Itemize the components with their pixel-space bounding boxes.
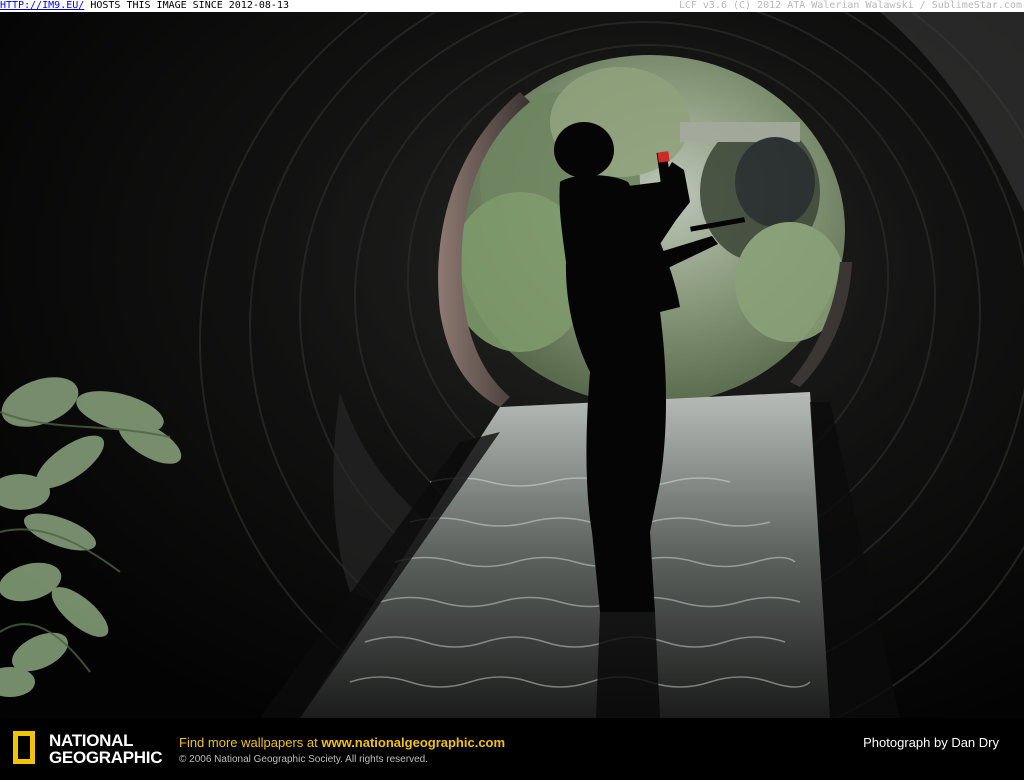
promo-url-link[interactable]: www.nationalgeographic.com — [321, 735, 505, 750]
promo-text: Find more wallpapers at — [179, 735, 322, 750]
hosting-banner-credit: LCF v3.6 (C) 2012 ATA Walerian Walawski … — [678, 0, 1022, 11]
logo-line-2: GEOGRAPHIC — [49, 748, 163, 767]
hosting-banner-left: HTTP://IM9.EU/ HOSTS THIS IMAGE SINCE 20… — [0, 0, 289, 12]
wallpaper-footer: NATIONAL GEOGRAPHIC Find more wallpapers… — [0, 718, 1024, 780]
photo-credit: Photograph by Dan Dry — [863, 735, 999, 750]
logo-line-1: NATIONAL — [49, 731, 134, 750]
wallpaper-promo: Find more wallpapers at www.nationalgeog… — [179, 735, 505, 750]
copyright-notice: © 2006 National Geographic Society. All … — [179, 754, 428, 765]
host-link[interactable]: HTTP://IM9.EU/ — [0, 0, 84, 11]
tunnel-photograph — [0, 12, 1024, 718]
tunnel-photo-illustration — [0, 12, 1024, 718]
hosting-banner: HTTP://IM9.EU/ HOSTS THIS IMAGE SINCE 20… — [0, 0, 1024, 12]
national-geographic-wordmark: NATIONAL GEOGRAPHIC — [49, 732, 162, 766]
national-geographic-border-logo-icon — [13, 731, 35, 764]
host-since-text: HOSTS THIS IMAGE SINCE 2012-08-13 — [84, 0, 289, 11]
